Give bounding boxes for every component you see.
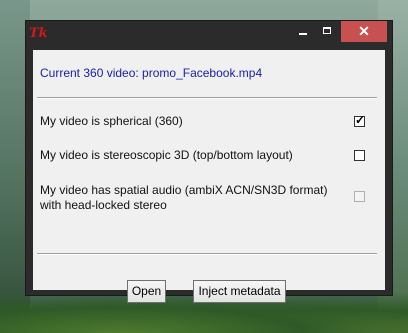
tk-feather-icon[interactable]: Tk [29, 26, 48, 42]
spatial-audio-label-line1: My video has spatial audio (ambiX ACN/SN… [40, 183, 328, 197]
divider-bottom [37, 253, 377, 255]
spatial-audio-label-line2: with head-locked stereo [40, 198, 167, 212]
current-video-label: Current 360 video: promo_Facebook.mp4 [40, 66, 263, 80]
close-button[interactable]: ✕ [341, 21, 387, 42]
minimize-button[interactable] [289, 21, 315, 42]
spherical-option-label[interactable]: My video is spherical (360) [40, 114, 183, 129]
maximize-button[interactable] [315, 21, 341, 42]
maximize-icon [323, 27, 331, 34]
spatial-audio-option-label: My video has spatial audio (ambiX ACN/SN… [40, 183, 327, 213]
dialog-content: Current 360 video: promo_Facebook.mp4 My… [33, 50, 385, 303]
open-button[interactable]: Open [127, 280, 166, 303]
inject-metadata-button[interactable]: Inject metadata [193, 280, 286, 303]
spherical-checkbox[interactable]: ✓ [354, 113, 366, 127]
minimize-icon [299, 33, 307, 35]
divider-top [37, 97, 377, 99]
title-bar[interactable]: Tk ✕ [26, 21, 392, 50]
checkmark-icon: ✓ [355, 113, 366, 127]
stereoscopic-checkbox[interactable] [354, 150, 365, 161]
spatial-audio-checkbox [354, 191, 365, 202]
stereoscopic-option-label[interactable]: My video is stereoscopic 3D (top/bottom … [40, 148, 293, 163]
app-window: Tk ✕ Current 360 video: promo_Facebook.m… [25, 20, 393, 303]
close-icon: ✕ [358, 23, 370, 39]
